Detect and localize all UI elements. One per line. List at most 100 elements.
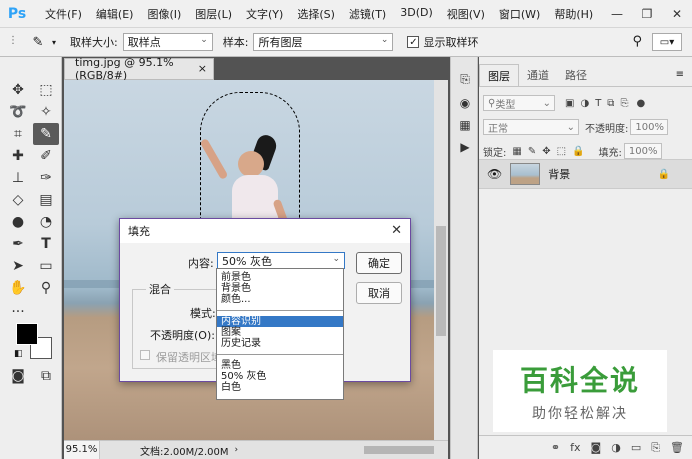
- link-layers-icon[interactable]: ⚭: [551, 441, 560, 454]
- path-select-icon[interactable]: ➤: [5, 255, 31, 277]
- actions-play-icon[interactable]: ▶: [457, 139, 473, 155]
- option-pattern[interactable]: 图案: [217, 327, 343, 338]
- sample-size-select[interactable]: 取样点 ⌄: [122, 33, 213, 51]
- foreground-color-swatch[interactable]: [16, 323, 38, 345]
- lock-position-icon[interactable]: ✥: [542, 146, 550, 157]
- horizontal-scrollbar-thumb[interactable]: [364, 446, 434, 454]
- content-select[interactable]: 50% 灰色 ⌄: [217, 252, 345, 269]
- history-brush-icon[interactable]: ✑: [33, 167, 59, 189]
- menu-item[interactable]: 3D(D): [393, 6, 440, 22]
- screen-mode-icon[interactable]: ⧉: [33, 365, 59, 387]
- pen-tool-icon[interactable]: ✒: [5, 233, 31, 255]
- trash-icon[interactable]: 🗑: [670, 441, 684, 454]
- option-50-gray[interactable]: 50% 灰色: [217, 371, 343, 382]
- menu-item[interactable]: 编辑(E): [89, 6, 141, 22]
- adjustment-filter-icon[interactable]: ◑: [580, 98, 589, 109]
- new-layer-icon[interactable]: ⎘: [651, 441, 660, 455]
- layer-row-background[interactable]: 👁 背景 🔒: [479, 159, 692, 189]
- option-black[interactable]: 黑色: [217, 360, 343, 371]
- adjustments-icon[interactable]: ▦: [457, 117, 473, 133]
- menu-item[interactable]: 图像(I): [140, 6, 188, 22]
- eyedropper-icon[interactable]: ✎: [28, 33, 48, 51]
- filter-kind-select[interactable]: ⚲ 类型 ⌄: [483, 95, 555, 111]
- hand-tool-icon[interactable]: ✋: [5, 277, 31, 299]
- tool-preset-chevron-icon[interactable]: ▾: [52, 38, 56, 47]
- option-content-aware[interactable]: 内容识别: [217, 316, 343, 327]
- close-icon[interactable]: ×: [198, 62, 207, 75]
- zoom-field[interactable]: 95.1%: [64, 440, 100, 459]
- blend-mode-select[interactable]: 正常 ⌄: [483, 119, 579, 135]
- eyedropper-tool-icon[interactable]: ✎: [33, 123, 59, 145]
- option-background-color[interactable]: 背景色: [217, 283, 343, 294]
- search-icon[interactable]: ⚲: [632, 34, 642, 49]
- healing-brush-icon[interactable]: ✚: [5, 145, 31, 167]
- minimize-icon[interactable]: —: [602, 0, 632, 27]
- opacity-field[interactable]: 100%: [630, 119, 669, 135]
- preserve-transparency-checkbox[interactable]: [140, 350, 150, 360]
- brush-tool-icon[interactable]: ✐: [33, 145, 59, 167]
- shape-filter-icon[interactable]: ⧉: [607, 98, 614, 109]
- add-mask-icon[interactable]: ◙: [591, 441, 602, 454]
- new-group-icon[interactable]: ▭: [631, 441, 641, 454]
- close-icon[interactable]: ✕: [662, 0, 692, 27]
- cancel-button[interactable]: 取消: [356, 282, 402, 304]
- more-tools-icon[interactable]: ···: [5, 301, 31, 323]
- vertical-scrollbar-thumb[interactable]: [436, 226, 446, 336]
- crop-tool-icon[interactable]: ⌗: [5, 123, 31, 145]
- visibility-eye-icon[interactable]: 👁: [487, 167, 502, 181]
- shape-tool-icon[interactable]: ▭: [33, 255, 59, 277]
- option-white[interactable]: 白色: [217, 382, 343, 393]
- lock-all-icon[interactable]: 🔒: [572, 146, 584, 157]
- type-tool-icon[interactable]: T: [33, 233, 59, 255]
- quick-mask-icon[interactable]: ◙: [5, 365, 31, 387]
- fx-icon[interactable]: fx: [570, 441, 580, 454]
- menu-item[interactable]: 文件(F): [38, 6, 89, 22]
- new-adjustment-icon[interactable]: ◑: [611, 441, 621, 454]
- stamp-tool-icon[interactable]: ⊥: [5, 167, 31, 189]
- smart-object-filter-icon[interactable]: ⎘: [620, 98, 628, 109]
- ok-button[interactable]: 确定: [356, 252, 402, 274]
- filter-toggle-icon[interactable]: ●: [636, 98, 645, 109]
- properties-icon[interactable]: ◉: [457, 95, 473, 111]
- menu-item[interactable]: 视图(V): [440, 6, 492, 22]
- tab-paths[interactable]: 路径: [557, 64, 595, 86]
- document-info[interactable]: 文档:2.00M/2.00M: [140, 443, 229, 458]
- option-history[interactable]: 历史记录: [217, 338, 343, 349]
- magic-wand-icon[interactable]: ✧: [33, 101, 59, 123]
- history-icon[interactable]: ⎘: [457, 71, 473, 87]
- option-foreground-color[interactable]: 前景色: [217, 272, 343, 283]
- maximize-icon[interactable]: ❐: [632, 0, 662, 27]
- lock-pixels-icon[interactable]: ✎: [528, 146, 536, 157]
- menu-item[interactable]: 滤镜(T): [342, 6, 393, 22]
- menu-item[interactable]: 帮助(H): [547, 6, 600, 22]
- workspace-switcher-icon[interactable]: ▭▾: [652, 33, 682, 51]
- type-filter-icon[interactable]: T: [595, 98, 601, 109]
- marquee-tool-icon[interactable]: ⬚: [33, 79, 59, 101]
- panel-menu-icon[interactable]: ≡: [676, 69, 684, 80]
- chevron-right-icon[interactable]: ›: [235, 445, 239, 455]
- option-color[interactable]: 颜色...: [217, 294, 343, 305]
- tab-channels[interactable]: 通道: [519, 64, 557, 86]
- menu-item[interactable]: 窗口(W): [492, 6, 547, 22]
- show-ring-checkbox[interactable]: ✓: [407, 36, 420, 48]
- dodge-tool-icon[interactable]: ◔: [33, 211, 59, 233]
- lock-transparency-icon[interactable]: ▦: [512, 146, 521, 157]
- move-tool-icon[interactable]: ✥: [5, 79, 31, 101]
- lasso-tool-icon[interactable]: ➰: [5, 101, 31, 123]
- pixel-filter-icon[interactable]: ▣: [565, 98, 574, 109]
- zoom-tool-icon[interactable]: ⚲: [33, 277, 59, 299]
- gradient-tool-icon[interactable]: ▤: [33, 189, 59, 211]
- menu-item[interactable]: 图层(L): [188, 6, 239, 22]
- blur-tool-icon[interactable]: ●: [5, 211, 31, 233]
- document-tab[interactable]: timg.jpg @ 95.1%(RGB/8#) ×: [64, 56, 214, 82]
- fill-field[interactable]: 100%: [623, 143, 662, 159]
- tab-layers[interactable]: 图层: [479, 64, 519, 86]
- menu-item[interactable]: 文字(Y): [239, 6, 290, 22]
- lock-artboard-icon[interactable]: ⬚: [557, 146, 566, 157]
- menu-item[interactable]: 选择(S): [290, 6, 342, 22]
- close-icon[interactable]: ✕: [391, 223, 402, 238]
- sample-select[interactable]: 所有图层 ⌄: [253, 33, 394, 51]
- default-colors-icon[interactable]: ◧: [14, 349, 23, 359]
- menu-bar: Ps 文件(F) 编辑(E) 图像(I) 图层(L) 文字(Y) 选择(S) 滤镜(T) 3D…: [0, 0, 692, 27]
- eraser-tool-icon[interactable]: ◇: [5, 189, 31, 211]
